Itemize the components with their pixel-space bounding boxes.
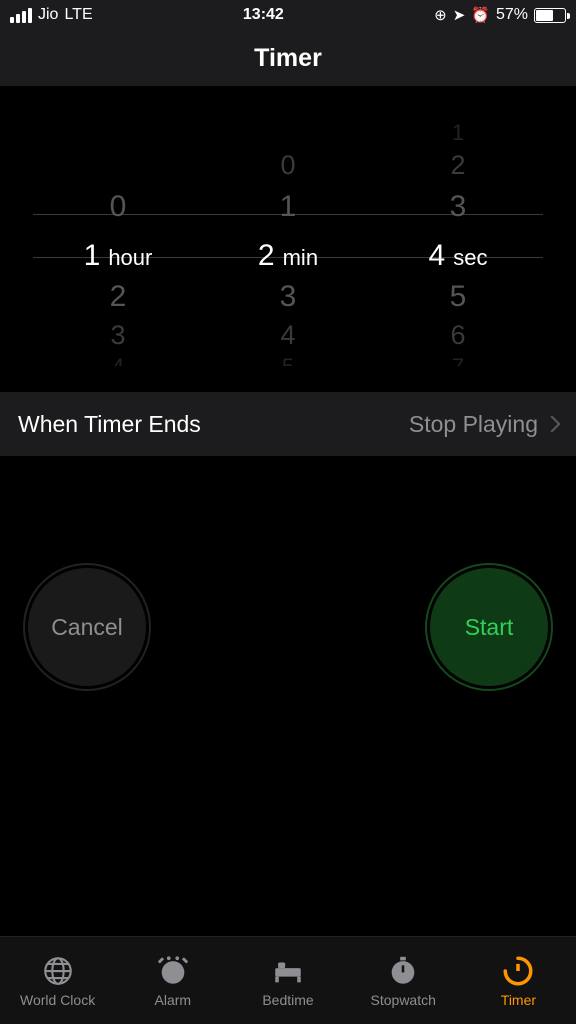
alarm-icon: ⏰ — [471, 6, 490, 24]
minutes-unit: min — [283, 236, 318, 280]
when-timer-ends-label: When Timer Ends — [18, 411, 201, 438]
hours-unit: hour — [108, 236, 152, 280]
alarm-icon — [156, 954, 190, 988]
timer-icon — [501, 954, 535, 988]
tab-alarm[interactable]: Alarm — [115, 937, 230, 1024]
battery-pct: 57% — [496, 6, 528, 24]
status-time: 13:42 — [243, 6, 284, 24]
tab-bar: World Clock Alarm Bedtime Stopwatch Time… — [0, 936, 576, 1024]
lock-icon: ⊕ — [434, 6, 447, 24]
location-icon: ➤ — [453, 6, 466, 24]
tab-timer[interactable]: Timer — [461, 937, 576, 1024]
when-timer-ends-value: Stop Playing — [409, 411, 538, 438]
seconds-unit: sec — [453, 236, 487, 280]
minutes-wheel[interactable]: 0 1 2min 3 4 5 — [203, 106, 373, 366]
status-bar: Jio LTE 13:42 ⊕ ➤ ⏰ 57% — [0, 0, 576, 30]
seconds-value: 4 — [429, 234, 446, 278]
stopwatch-icon — [386, 954, 420, 988]
when-timer-ends-row[interactable]: When Timer Ends Stop Playing — [0, 392, 576, 456]
minutes-value: 2 — [258, 234, 275, 278]
tab-world-clock[interactable]: World Clock — [0, 937, 115, 1024]
hours-wheel[interactable]: 0 1hour 2 3 4 — [33, 106, 203, 366]
tab-bedtime[interactable]: Bedtime — [230, 937, 345, 1024]
hours-value: 1 — [84, 234, 101, 278]
carrier-label: Jio — [38, 6, 58, 24]
time-picker[interactable]: 0 1hour 2 3 4 0 1 2min 3 4 5 1 2 3 4sec … — [0, 86, 576, 386]
start-button[interactable]: Start — [430, 568, 548, 686]
cancel-button[interactable]: Cancel — [28, 568, 146, 686]
tab-stopwatch[interactable]: Stopwatch — [346, 937, 461, 1024]
network-label: LTE — [64, 6, 92, 24]
signal-icon — [10, 8, 32, 23]
page-title: Timer — [0, 30, 576, 86]
seconds-wheel[interactable]: 1 2 3 4sec 5 6 7 — [373, 106, 543, 366]
bed-icon — [271, 954, 305, 988]
globe-icon — [41, 954, 75, 988]
chevron-right-icon — [544, 416, 561, 433]
battery-icon — [534, 8, 566, 23]
